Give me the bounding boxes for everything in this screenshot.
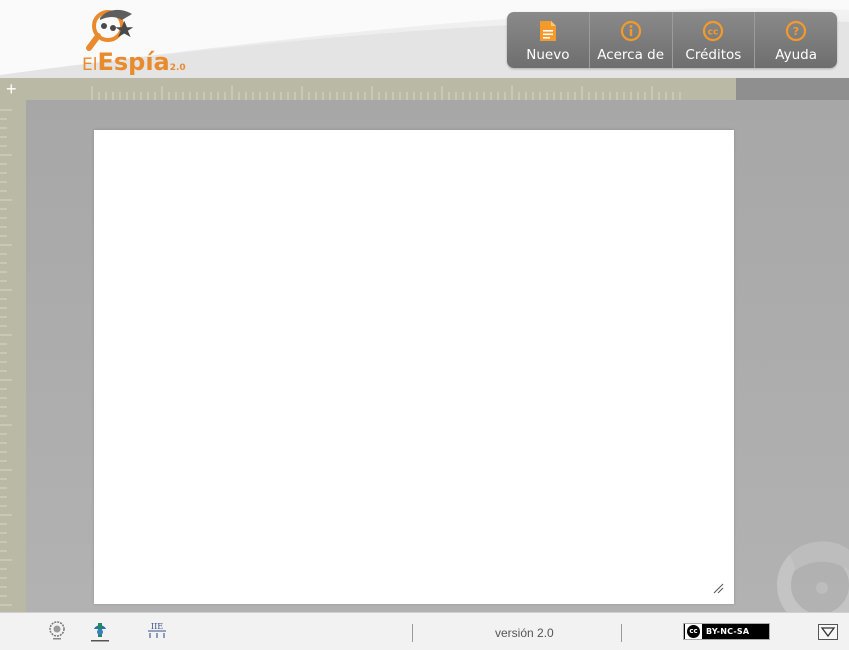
- top-ruler: [0, 78, 736, 100]
- footer-separator: [621, 624, 622, 642]
- education-ministry-logo: [91, 623, 109, 642]
- about-button[interactable]: Acerca de: [588, 12, 672, 68]
- app-header: ElEspía2.0 Nuevo Acerca de cc Créditos ?…: [0, 0, 849, 78]
- credits-button-label: Créditos: [685, 47, 742, 63]
- left-ruler-ticks: [0, 109, 12, 606]
- text-editor-area[interactable]: [94, 130, 734, 604]
- credits-button[interactable]: cc Créditos: [671, 12, 755, 68]
- svg-text:IIE: IIE: [151, 622, 163, 631]
- app-logo-text: ElEspía2.0: [82, 48, 186, 76]
- document-icon: [539, 21, 556, 41]
- help-button-label: Ayuda: [775, 47, 817, 63]
- left-ruler: [0, 100, 26, 612]
- footer-separator: [412, 624, 413, 642]
- iie-logo: IIE: [148, 622, 166, 638]
- help-button[interactable]: ? Ayuda: [754, 12, 837, 68]
- cc-logo-icon: cc: [685, 624, 702, 639]
- resize-handle-icon[interactable]: [712, 582, 724, 594]
- ruler-origin-plus-icon: +: [6, 79, 17, 99]
- institution-seal-logo: [49, 621, 65, 640]
- cc-icon: cc: [703, 20, 724, 42]
- help-icon: ?: [786, 20, 807, 42]
- about-button-label: Acerca de: [597, 47, 665, 63]
- cc-mark: cc: [687, 625, 700, 638]
- new-button[interactable]: Nuevo: [507, 12, 589, 68]
- top-ruler-ticks: [91, 86, 681, 100]
- expand-footer-button[interactable]: [818, 624, 838, 640]
- spy-watermark-icon: [777, 541, 849, 612]
- triangle-down-icon: [820, 627, 836, 638]
- cc-license-badge[interactable]: cc BY-NC-SA: [683, 623, 770, 640]
- svg-text:cc: cc: [708, 28, 719, 38]
- info-icon: [620, 20, 641, 42]
- logo-version: 2.0: [169, 63, 186, 73]
- license-label: BY-NC-SA: [706, 627, 750, 636]
- svg-text:?: ?: [793, 25, 799, 38]
- ruler-corner-right: [736, 78, 849, 100]
- main-toolbar: Nuevo Acerca de cc Créditos ? Ayuda: [507, 12, 837, 68]
- new-button-label: Nuevo: [526, 47, 570, 63]
- app-footer: IIE versión 2.0 cc BY-NC-SA: [0, 612, 849, 650]
- logo-el: El: [82, 55, 98, 75]
- version-label: versión 2.0: [495, 626, 554, 640]
- logo-espia: Espía: [97, 48, 170, 76]
